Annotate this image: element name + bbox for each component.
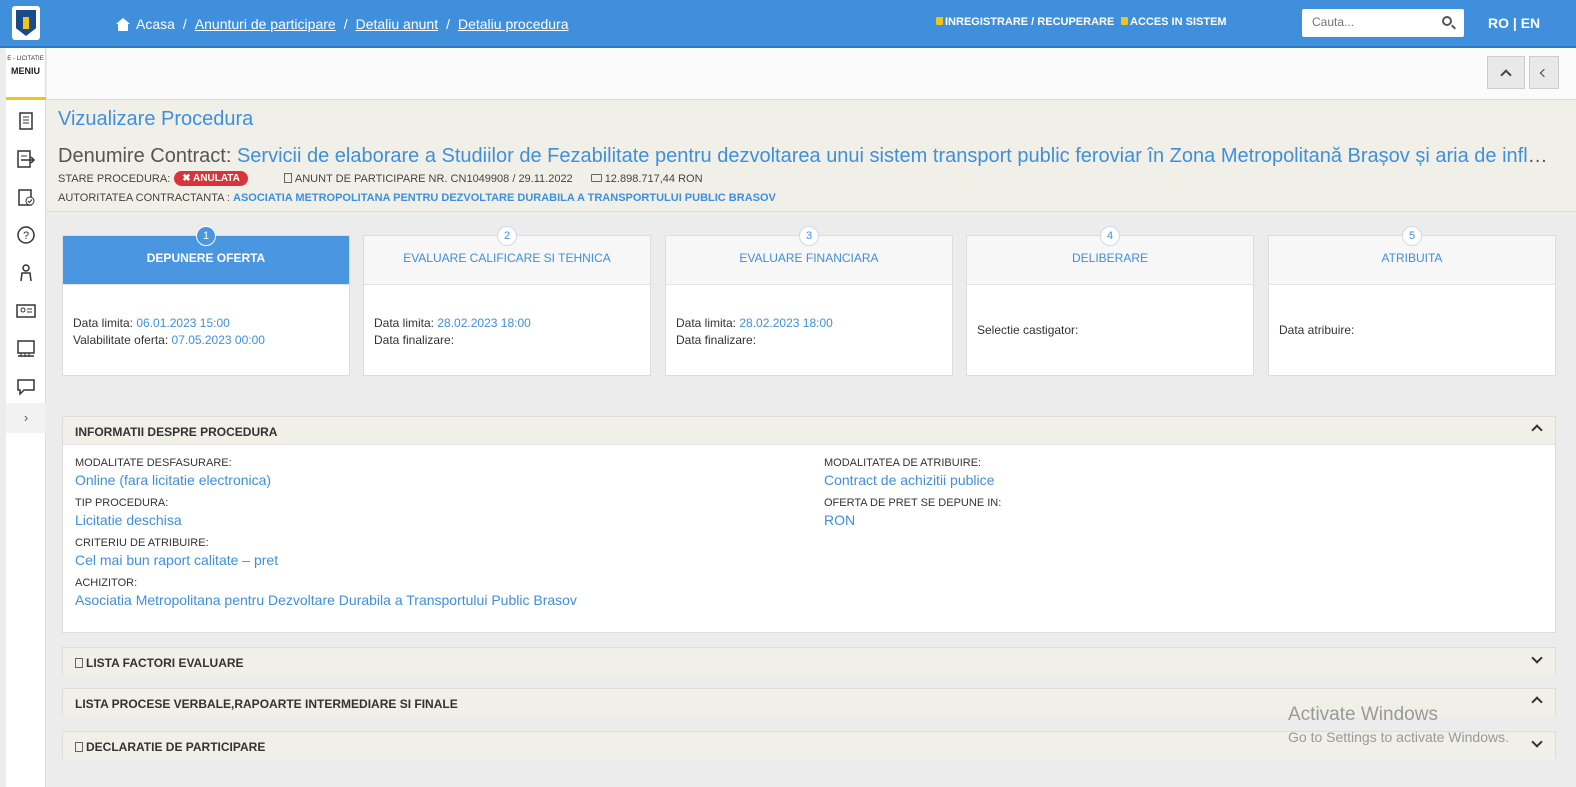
help-icon[interactable]: ? [16, 225, 36, 245]
info-left-column: MODALITATE DESFASURARE: Online (fara lic… [75, 457, 577, 617]
list-arrow-icon[interactable] [16, 149, 36, 169]
search-icon[interactable] [1442, 16, 1452, 26]
search-input[interactable] [1312, 15, 1432, 29]
search-box [1302, 9, 1464, 37]
document-icon [75, 658, 83, 668]
step-number: 2 [497, 226, 517, 246]
step-number: 1 [196, 226, 216, 246]
sidebar-menu-label[interactable]: MENIU [6, 66, 45, 76]
top-bar: Acasa / Anunturi de participare / Detali… [0, 0, 1576, 48]
procedure-header: Vizualizare Procedura Denumire Contract:… [47, 100, 1576, 212]
chevron-up-icon [1500, 68, 1512, 81]
info-value: Cel mai bun raport calitate – pret [75, 552, 279, 568]
status-label: STARE PROCEDURA: [58, 172, 171, 185]
chevron-down-icon[interactable] [1531, 652, 1543, 664]
site-logo[interactable] [12, 6, 40, 40]
watermark-title: Activate Windows [1288, 704, 1438, 725]
contracting-authority: AUTORITATEA CONTRACTANTA : ASOCIATIA MET… [58, 192, 776, 204]
watermark-subtitle: Go to Settings to activate Windows. [1288, 729, 1509, 745]
contract-name: Servicii de elaborare a Studiilor de Fez… [236, 145, 1555, 167]
document-icon [283, 173, 292, 183]
folders-icon[interactable] [16, 339, 36, 359]
collapse-left-button[interactable] [1529, 56, 1559, 89]
authority-value[interactable]: ASOCIATIA METROPOLITANA PENTRU DEZVOLTAR… [233, 192, 776, 204]
info-label: OFERTA DE PRET SE DEPUNE IN: [824, 497, 1002, 509]
status-badge: ✖ ANULATA [174, 171, 248, 186]
info-label: ACHIZITOR: [75, 577, 138, 589]
page-title: Vizualizare Procedura [58, 108, 254, 130]
info-label: MODALITATEA DE ATRIBUIRE: [824, 457, 982, 469]
info-label: MODALITATE DESFASURARE: [75, 457, 232, 469]
value-info: 12.898.717,44 RON [590, 173, 703, 185]
step-depunere-oferta[interactable]: 1 DEPUNERE OFERTA Data limita: 06.01.202… [62, 226, 350, 376]
procedure-info-header[interactable]: INFORMATII DESPRE PROCEDURA [63, 417, 1555, 445]
breadcrumb-separator: / [343, 16, 348, 32]
breadcrumb-home[interactable]: Acasa [136, 16, 175, 32]
info-value: Licitatie deschisa [75, 512, 182, 528]
step-number: 5 [1402, 226, 1422, 246]
procedure-status-row: STARE PROCEDURA: ✖ ANULATA ANUNT DE PART… [58, 171, 703, 186]
home-icon[interactable] [116, 17, 130, 31]
login-link[interactable]: ACCES IN SISTEM [1121, 16, 1227, 28]
step-deliberare[interactable]: 4 DELIBERARE Selectie castigator: [966, 226, 1254, 376]
step-body: Data limita: 06.01.2023 15:00 Valabilita… [73, 316, 265, 347]
step-number: 3 [799, 226, 819, 246]
info-value[interactable]: Asociatia Metropolitana pentru Dezvoltar… [75, 592, 577, 608]
id-card-icon[interactable] [16, 301, 36, 321]
contract-title: Denumire Contract: Servicii de elaborare… [58, 145, 1555, 168]
document-icon [75, 742, 83, 752]
info-value: Online (fara licitatie electronica) [75, 472, 272, 488]
lock-icon [1121, 17, 1128, 25]
tool-strip [47, 48, 1576, 100]
breadcrumb-detaliu-procedura[interactable]: Detaliu procedura [458, 16, 569, 32]
language-switch[interactable]: RO | EN [1488, 15, 1540, 31]
clipboard-check-icon[interactable] [16, 187, 36, 207]
users-icon[interactable] [16, 263, 36, 283]
breadcrumb-separator: / [182, 16, 187, 32]
factori-evaluare-header[interactable]: LISTA FACTORI EVALUARE [63, 648, 1555, 676]
sidebar: E - LICITATIE MENIU ? › [6, 48, 46, 787]
breadcrumb: Acasa / Anunturi de participare / Detali… [116, 16, 569, 32]
info-value: RON [824, 512, 856, 528]
chevron-down-icon[interactable] [1531, 736, 1543, 748]
activate-windows-watermark: Activate Windows Go to Settings to activ… [1288, 704, 1509, 745]
chevron-up-icon[interactable] [1531, 696, 1543, 708]
step-body: Data limita: 28.02.2023 18:00 Data final… [374, 316, 531, 347]
procedure-info-panel: INFORMATII DESPRE PROCEDURA MODALITATE D… [62, 416, 1556, 633]
step-body: Data limita: 28.02.2023 18:00 Data final… [676, 316, 833, 347]
info-value: Contract de achizitii publice [824, 472, 995, 488]
step-number: 4 [1100, 226, 1120, 246]
document-icon[interactable] [16, 111, 36, 131]
chat-icon[interactable] [16, 377, 36, 397]
step-atribuita[interactable]: 5 ATRIBUITA Data atribuire: [1268, 226, 1556, 376]
money-icon [590, 173, 602, 182]
step-body: Data atribuire: [1279, 323, 1355, 337]
breadcrumb-separator: / [446, 16, 450, 32]
chevron-up-icon[interactable] [1531, 424, 1543, 436]
contract-label: Denumire Contract: [58, 145, 232, 167]
notice-info: ANUNT DE PARTICIPARE NR. CN1049908 / 29.… [283, 172, 573, 185]
register-link[interactable]: INREGISTRARE / RECUPERARE [936, 16, 1114, 28]
sidebar-expand-button[interactable]: › [6, 403, 46, 433]
info-label: TIP PROCEDURA: [75, 497, 169, 509]
lock-icon [936, 17, 943, 25]
authority-label: AUTORITATEA CONTRACTANTA : [58, 192, 230, 204]
step-evaluare-calificare[interactable]: 2 EVALUARE CALIFICARE SI TEHNICA Data li… [363, 226, 651, 376]
svg-text:?: ? [23, 230, 29, 242]
factori-evaluare-section[interactable]: LISTA FACTORI EVALUARE [62, 647, 1556, 676]
sidebar-active-indicator [6, 97, 46, 100]
step-evaluare-financiara[interactable]: 3 EVALUARE FINANCIARA Data limita: 28.02… [665, 226, 953, 376]
sidebar-small-label: E - LICITATIE [7, 56, 44, 62]
info-right-column: MODALITATEA DE ATRIBUIRE: Contract de ac… [824, 457, 1001, 537]
step-body: Selectie castigator: [977, 323, 1079, 337]
breadcrumb-detaliu-anunt[interactable]: Detaliu anunt [356, 16, 439, 32]
scroll-up-button[interactable] [1487, 56, 1525, 89]
chevron-left-icon [1539, 68, 1549, 77]
info-label: CRITERIU DE ATRIBUIRE: [75, 537, 209, 549]
breadcrumb-anunturi[interactable]: Anunturi de participare [195, 16, 336, 32]
